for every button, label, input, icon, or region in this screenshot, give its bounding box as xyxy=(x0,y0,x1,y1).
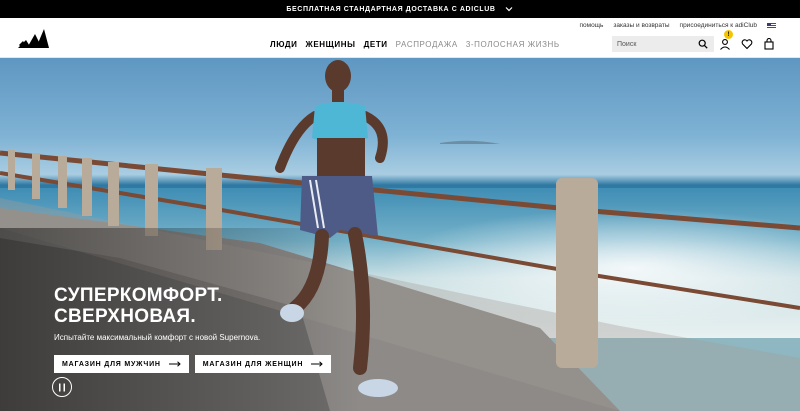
wishlist-heart-icon[interactable] xyxy=(741,38,753,50)
account-icon[interactable] xyxy=(719,38,731,50)
shop-men-button[interactable]: МАГАЗИН ДЛЯ МУЖЧИН xyxy=(54,355,189,373)
join-adiclub-link[interactable]: присоединиться к adiClub xyxy=(680,22,757,29)
pause-icon xyxy=(59,383,65,391)
nav-kids[interactable]: ДЕТИ xyxy=(364,40,388,49)
promo-text: БЕСПЛАТНАЯ СТАНДАРТНАЯ ДОСТАВКА С ADICLU… xyxy=(286,5,496,13)
promo-bar[interactable]: БЕСПЛАТНАЯ СТАНДАРТНАЯ ДОСТАВКА С ADICLU… xyxy=(0,0,800,18)
shop-men-label: МАГАЗИН ДЛЯ МУЖЧИН xyxy=(62,360,161,368)
site-header: помощь заказы и возвраты присоединиться … xyxy=(0,18,800,58)
hero-headline-line-1: СУПЕРКОМФОРТ. xyxy=(54,285,223,306)
nav-sale[interactable]: РАСПРОДАЖА xyxy=(396,40,458,49)
notification-badge: ! xyxy=(724,30,733,39)
nav-women[interactable]: ЖЕНЩИНЫ xyxy=(306,40,356,49)
shop-women-label: МАГАЗИН ДЛЯ ЖЕНЩИН xyxy=(202,360,304,368)
hero-headline-line-2: СВЕРХНОВАЯ. xyxy=(54,306,196,327)
shop-women-button[interactable]: МАГАЗИН ДЛЯ ЖЕНЩИН xyxy=(194,355,332,373)
chevron-down-icon xyxy=(505,7,513,12)
nav-men[interactable]: ЛЮДИ xyxy=(270,40,298,49)
hero-subtitle: Испытайте максимальный комфорт с новой S… xyxy=(54,333,261,342)
arrow-right-icon xyxy=(168,361,181,367)
nav-3-stripe-life[interactable]: 3-ПОЛОСНАЯ ЖИЗНЬ xyxy=(466,40,560,49)
arrow-right-icon xyxy=(311,361,323,367)
us-flag-icon[interactable] xyxy=(767,22,776,29)
hero-cta-group: МАГАЗИН ДЛЯ МУЖЧИН МАГАЗИН ДЛЯ ЖЕНЩИН xyxy=(54,355,332,373)
main-nav: ЛЮДИ ЖЕНЩИНЫ ДЕТИ РАСПРОДАЖА 3-ПОЛОСНАЯ … xyxy=(270,40,560,49)
hero-copy: СУПЕРКОМФОРТ. СВЕРХНОВАЯ. Испытайте макс… xyxy=(54,285,260,342)
header-icons xyxy=(719,38,775,50)
video-pause-button[interactable] xyxy=(52,377,72,397)
orders-returns-link[interactable]: заказы и возвраты xyxy=(613,22,669,29)
hero-banner[interactable]: СУПЕРКОМФОРТ. СВЕРХНОВАЯ. Испытайте макс… xyxy=(0,58,800,411)
search-icon[interactable] xyxy=(698,39,708,49)
search-input[interactable] xyxy=(612,40,698,48)
help-link[interactable]: помощь xyxy=(579,22,603,29)
shopping-bag-icon[interactable] xyxy=(763,38,775,50)
adidas-logo[interactable] xyxy=(17,29,49,49)
utility-links: помощь заказы и возвраты присоединиться … xyxy=(579,22,776,29)
search-box xyxy=(612,36,714,52)
